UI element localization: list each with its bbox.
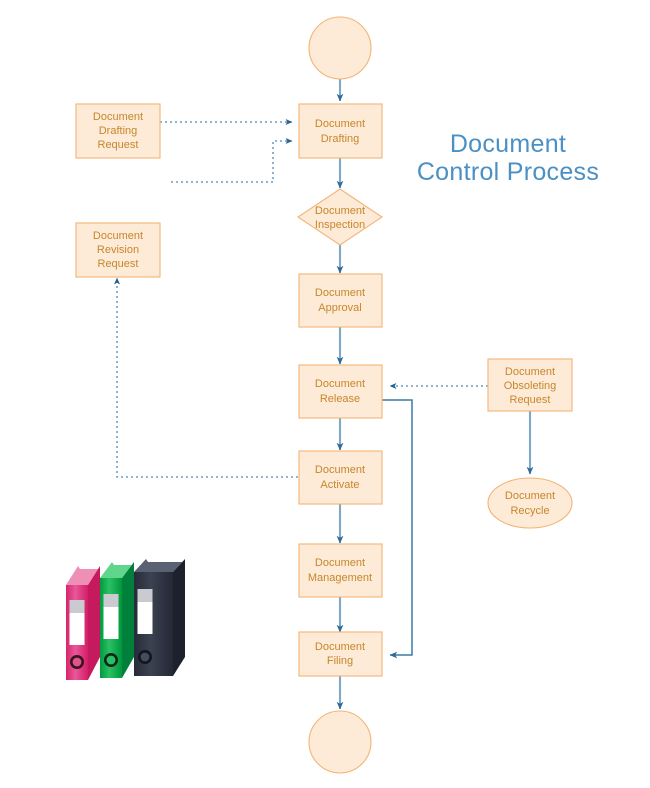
connectors-return	[382, 399, 413, 659]
node-obsoleting-request[interactable]: Document Obsoleting Request	[487, 358, 573, 412]
binders-illustration	[66, 559, 187, 680]
node-inspection[interactable]: Document Inspection	[297, 188, 383, 246]
binder-green	[100, 562, 136, 678]
flowchart-canvas: Document Drafting Request Document Draft…	[66, 16, 599, 774]
connector-release-to-filing-return	[382, 399, 413, 659]
node-recycle[interactable]: Document Recycle	[487, 477, 573, 529]
node-revision-request[interactable]: Document Revision Request	[75, 222, 161, 278]
diagram-title: Document Control Process	[417, 130, 599, 186]
node-activate[interactable]: Document Activate	[298, 450, 383, 505]
binder-pink	[66, 566, 102, 680]
node-drafting-request[interactable]: Document Drafting Request	[75, 103, 161, 159]
node-release[interactable]: Document Release	[298, 364, 383, 419]
diagram-title-line2: Control Process	[417, 158, 599, 186]
node-management[interactable]: Document Management	[298, 543, 383, 598]
node-drafting[interactable]: Document Drafting	[298, 103, 383, 159]
node-start[interactable]	[308, 16, 372, 80]
node-filing[interactable]: Document Filing	[298, 631, 383, 677]
connector-inspection-reject-to-drafting	[171, 138, 293, 183]
node-approval[interactable]: Document Approval	[298, 273, 383, 328]
diagram-title-line1: Document	[450, 130, 566, 158]
binder-navy	[134, 559, 187, 676]
document-control-process-diagram: Document Drafting Request Document Draft…	[0, 0, 650, 788]
connector-activate-to-revision-request	[114, 277, 298, 478]
node-end[interactable]	[308, 710, 372, 774]
